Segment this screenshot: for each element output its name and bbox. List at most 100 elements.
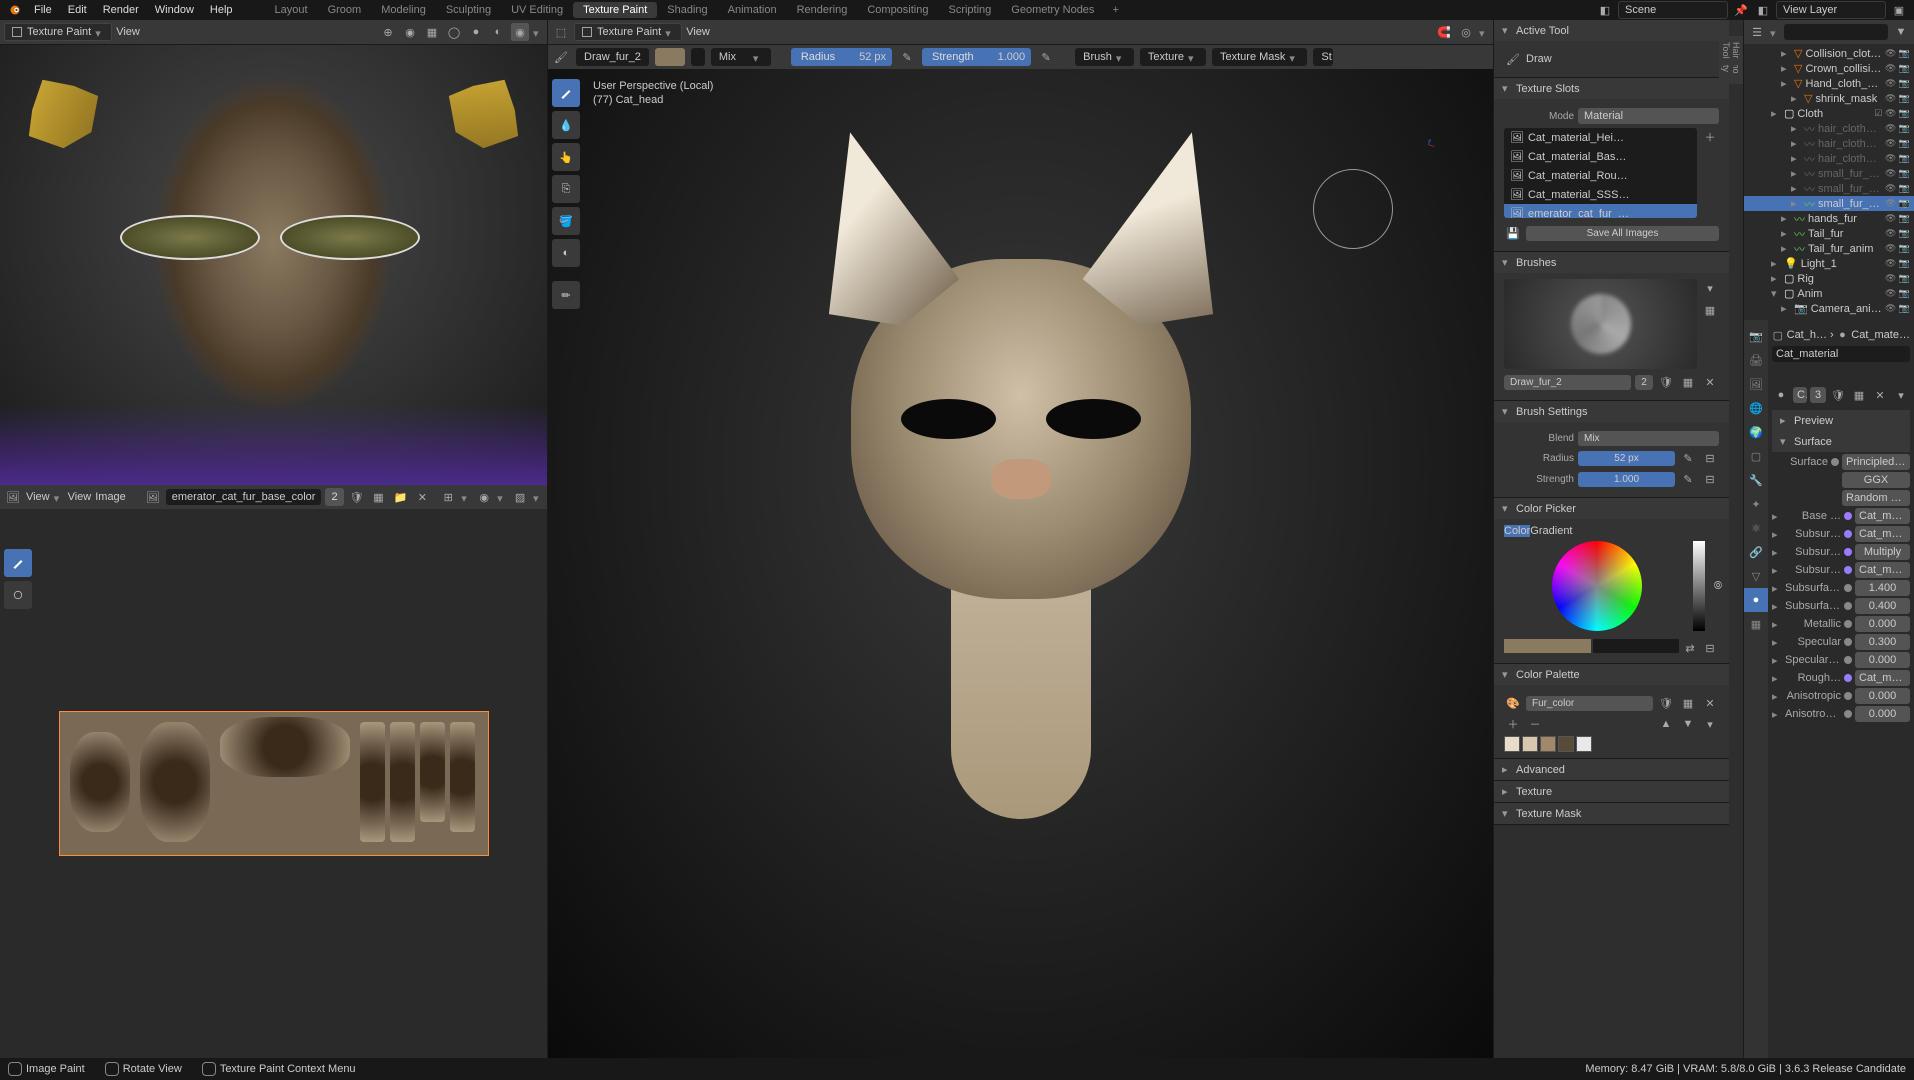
workspace-groom[interactable]: Groom bbox=[318, 2, 372, 18]
radius-slider[interactable]: 52 px bbox=[1578, 451, 1675, 466]
new-material-icon[interactable]: ▦ bbox=[1850, 386, 1868, 404]
property-value[interactable]: 0.300 bbox=[1855, 634, 1910, 650]
color-tab[interactable]: Color bbox=[1504, 525, 1530, 537]
scene-browse-icon[interactable]: ◧ bbox=[1596, 1, 1614, 19]
texture-mask-panel[interactable]: ▾Texture Mask bbox=[1494, 803, 1729, 825]
filter-icon[interactable]: ▼ bbox=[1892, 23, 1910, 41]
outliner-search[interactable] bbox=[1784, 24, 1888, 40]
material-name-input[interactable]: Cat_… bbox=[1793, 387, 1807, 403]
preview-panel-title[interactable]: Preview bbox=[1794, 415, 1833, 427]
soften-tool-3d[interactable]: 💧 bbox=[552, 111, 580, 139]
property-value[interactable]: Multiply bbox=[1855, 544, 1910, 560]
property-value[interactable]: 0.000 bbox=[1855, 688, 1910, 704]
fake-user-icon[interactable]: 🛡 bbox=[1657, 694, 1675, 712]
property-value[interactable]: Cat_material… bbox=[1855, 670, 1910, 686]
fill-tool-3d[interactable]: 🪣 bbox=[552, 207, 580, 235]
pressure-icon[interactable]: ✎ bbox=[1679, 449, 1697, 467]
sort-icon[interactable]: ▼ bbox=[1679, 715, 1697, 733]
unlink-palette-icon[interactable]: ✕ bbox=[1701, 694, 1719, 712]
scene-selector[interactable]: Scene bbox=[1618, 1, 1728, 19]
material-browse-icon[interactable]: ● bbox=[1772, 386, 1790, 404]
distribution-select[interactable]: GGX bbox=[1842, 472, 1910, 488]
texture-slot-item[interactable]: 🖼Cat_material_Hei… bbox=[1504, 128, 1697, 147]
editor-type-icon[interactable]: 🖼 bbox=[4, 488, 22, 506]
outliner-type-icon[interactable]: ☰ bbox=[1748, 23, 1766, 41]
menu-window[interactable]: Window bbox=[147, 2, 202, 18]
proportional-icon[interactable]: ◎ bbox=[1457, 23, 1475, 41]
shading-rendered-icon[interactable]: ◉ bbox=[511, 23, 529, 41]
menu-edit[interactable]: Edit bbox=[60, 2, 95, 18]
palette-swatches[interactable] bbox=[1504, 736, 1719, 752]
gradient-tab[interactable]: Gradient bbox=[1530, 525, 1572, 537]
texture-slot-item[interactable]: 🖼Cat_material_Bas… bbox=[1504, 147, 1697, 166]
save-all-images-button[interactable]: Save All Images bbox=[1526, 226, 1719, 241]
world-tab[interactable]: 🌍 bbox=[1744, 420, 1768, 444]
pressure-icon[interactable]: ✎ bbox=[1679, 470, 1697, 488]
outliner-item[interactable]: ▸〰Tail_fur_anim👁 📷 bbox=[1744, 241, 1914, 256]
texture-slot-item[interactable]: 🖼emerator_cat_fur_… bbox=[1504, 204, 1697, 218]
sss-method-select[interactable]: Random Walk bbox=[1842, 490, 1910, 506]
unlink-material-icon[interactable]: ✕ bbox=[1871, 386, 1889, 404]
render-tab[interactable]: 📷 bbox=[1744, 324, 1768, 348]
brush-browse-icon[interactable]: 🖌 bbox=[552, 48, 570, 66]
material-menu-icon[interactable]: ▾ bbox=[1892, 386, 1910, 404]
material-slot[interactable]: Cat_material bbox=[1772, 346, 1910, 362]
menu-help[interactable]: Help bbox=[202, 2, 241, 18]
outliner-item[interactable]: ▸〰hair_cloth_bottc👁 📷 bbox=[1744, 136, 1914, 151]
brush-preview-thumbnail[interactable] bbox=[1504, 279, 1697, 369]
swap-colors-icon[interactable]: ⇄ bbox=[1681, 639, 1699, 657]
layer-browse-icon[interactable]: ◧ bbox=[1754, 1, 1772, 19]
brush-add-icon[interactable]: ▦ bbox=[1701, 301, 1719, 319]
smear-tool-3d[interactable]: 👆 bbox=[552, 143, 580, 171]
blend-select[interactable]: Mix bbox=[1578, 431, 1719, 446]
image-view-menu2[interactable]: View bbox=[68, 491, 92, 503]
outliner-item[interactable]: ▸〰small_fur_on_cl👁 📷 bbox=[1744, 166, 1914, 181]
palette-swatch[interactable] bbox=[1504, 736, 1520, 752]
soften-tool[interactable] bbox=[4, 581, 32, 609]
brush-browse-icon[interactable]: ▾ bbox=[1701, 279, 1719, 297]
texture-popover[interactable]: Texture▾ bbox=[1140, 48, 1206, 66]
uv-icon[interactable]: ⊞ bbox=[439, 488, 457, 506]
reference-viewport[interactable] bbox=[0, 45, 547, 485]
eyedropper-icon[interactable]: ⦾ bbox=[1709, 577, 1727, 595]
workspace-geometry-nodes[interactable]: Geometry Nodes bbox=[1001, 2, 1104, 18]
texture-tab[interactable]: ▦ bbox=[1744, 612, 1768, 636]
material-users[interactable]: 3 bbox=[1810, 387, 1826, 403]
secondary-color-swatch[interactable] bbox=[1593, 639, 1680, 653]
snap-icon[interactable]: 🧲 bbox=[1435, 23, 1453, 41]
outliner-item[interactable]: ▸〰small_fur_on_cl👁 📷 bbox=[1744, 181, 1914, 196]
primary-color-swatch[interactable] bbox=[1504, 639, 1591, 653]
workspace-animation[interactable]: Animation bbox=[718, 2, 787, 18]
property-value[interactable]: 0.000 bbox=[1855, 652, 1910, 668]
menu-render[interactable]: Render bbox=[95, 2, 147, 18]
property-value[interactable]: Cat_material… bbox=[1855, 508, 1910, 524]
palette-swatch[interactable] bbox=[1540, 736, 1556, 752]
texture-slot-item[interactable]: 🖼Cat_material_Rou… bbox=[1504, 166, 1697, 185]
blend-mode-select[interactable]: Mix▾ bbox=[711, 48, 771, 66]
property-value[interactable]: 0.000 bbox=[1855, 616, 1910, 632]
color-secondary[interactable] bbox=[691, 48, 705, 66]
outliner-item[interactable]: ▸▢Rig👁 📷 bbox=[1744, 271, 1914, 286]
outliner-item[interactable]: ▸〰hands_fur👁 📷 bbox=[1744, 211, 1914, 226]
particle-tab[interactable]: ✦ bbox=[1744, 492, 1768, 516]
workspace-shading[interactable]: Shading bbox=[657, 2, 717, 18]
texture-slot-list[interactable]: 🖼Cat_material_Hei…🖼Cat_material_Bas…🖼Cat… bbox=[1504, 128, 1697, 218]
add-slot-icon[interactable]: ＋ bbox=[1701, 128, 1719, 146]
shading-matprev-icon[interactable]: ◐ bbox=[489, 23, 507, 41]
workspace-scripting[interactable]: Scripting bbox=[938, 2, 1001, 18]
shading-wire-icon[interactable]: ◯ bbox=[445, 23, 463, 41]
brush-name-input[interactable]: Draw_fur_2 bbox=[1504, 375, 1631, 390]
workspace-modeling[interactable]: Modeling bbox=[371, 2, 436, 18]
data-tab[interactable]: ▽ bbox=[1744, 564, 1768, 588]
clone-tool-3d[interactable]: ⎘ bbox=[552, 175, 580, 203]
unified-icon[interactable]: ⊟ bbox=[1701, 470, 1719, 488]
add-workspace-button[interactable]: + bbox=[1106, 2, 1124, 18]
outliner-item[interactable]: ▾▢Anim👁 📷 bbox=[1744, 286, 1914, 301]
unlink-image-icon[interactable]: ✕ bbox=[413, 488, 431, 506]
draw-tool-3d[interactable] bbox=[552, 79, 580, 107]
radius-field[interactable]: Radius52 px bbox=[791, 48, 892, 66]
workspace-compositing[interactable]: Compositing bbox=[857, 2, 938, 18]
workspace-layout[interactable]: Layout bbox=[265, 2, 318, 18]
image-canvas[interactable] bbox=[0, 509, 547, 1058]
property-value[interactable]: 0.400 bbox=[1855, 598, 1910, 614]
